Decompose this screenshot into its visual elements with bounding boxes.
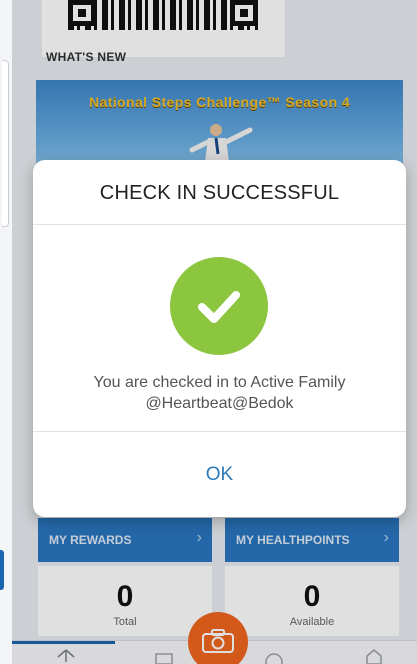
my-healthpoints-label: MY HEALTHPOINTS [236, 533, 350, 547]
dialog-divider-top [33, 224, 406, 225]
camera-button[interactable] [188, 612, 248, 664]
my-healthpoints-button[interactable]: MY HEALTHPOINTS › [225, 518, 399, 562]
camera-icon [202, 629, 234, 653]
ok-button[interactable]: OK [33, 432, 406, 517]
qr-code-card [42, 0, 285, 57]
success-badge [170, 257, 268, 355]
rewards-value: 0 [116, 580, 134, 613]
active-tab-indicator [12, 641, 115, 644]
banner-title: National Steps Challenge™ Season 4 [89, 94, 350, 110]
activity-tab-icon[interactable] [264, 648, 284, 664]
healthpoints-stat-card: 0 Available [225, 566, 399, 636]
background-accent-edge [0, 550, 4, 590]
home-tab-icon[interactable] [56, 648, 76, 664]
dialog-message-line1: You are checked in to Active Family [93, 374, 346, 391]
background-app-edge [0, 0, 12, 664]
dialog-message-line2: @Heartbeat@Bedok [145, 395, 294, 412]
healthpoints-value: 0 [303, 580, 321, 613]
background-card-edge [2, 60, 9, 227]
chevron-right-icon: › [383, 529, 389, 546]
app-screen: WHAT'S NEW National Steps Challenge™ Sea… [12, 0, 417, 664]
chevron-right-icon: › [196, 529, 202, 546]
checkmark-icon [198, 291, 240, 323]
dialog-message: You are checked in to Active Family @Hea… [53, 372, 386, 414]
profile-tab-icon[interactable] [364, 648, 384, 664]
wallet-tab-icon[interactable] [154, 648, 174, 664]
healthpoints-caption: Available [289, 616, 335, 628]
rewards-stat-card: 0 Total [38, 566, 212, 636]
dialog-title: CHECK IN SUCCESSFUL [99, 182, 340, 204]
qr-code [68, 0, 258, 30]
rewards-caption: Total [113, 616, 137, 628]
check-in-dialog: CHECK IN SUCCESSFUL You are checked in t… [33, 160, 406, 517]
my-rewards-label: MY REWARDS [49, 533, 132, 547]
my-rewards-button[interactable]: MY REWARDS › [38, 518, 212, 562]
whats-new-heading: WHAT'S NEW [46, 50, 127, 64]
